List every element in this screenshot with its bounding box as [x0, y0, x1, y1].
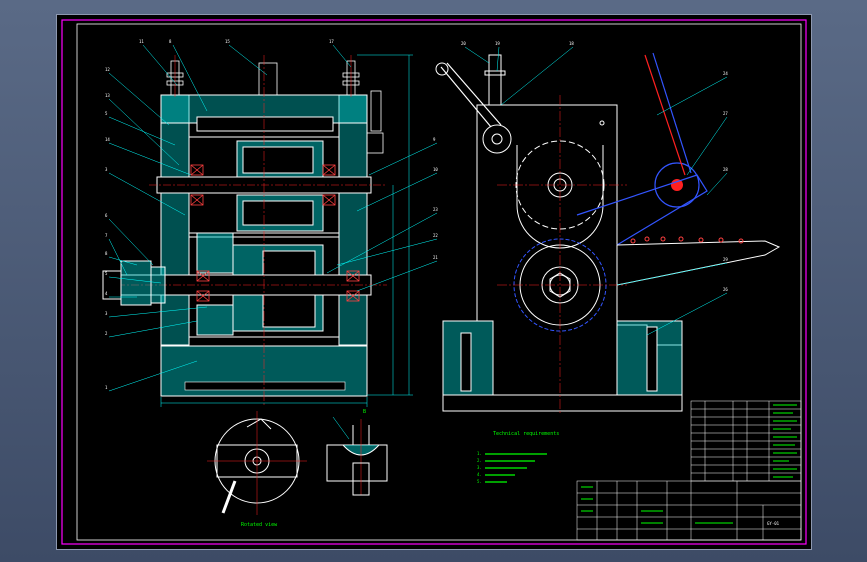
detail-b-view: B: [326, 409, 388, 496]
part-balloon: 14: [105, 137, 110, 142]
balloon-leader: [464, 46, 490, 64]
part-balloon: 20: [461, 41, 466, 46]
part-balloon: 12: [105, 67, 110, 72]
detail-b-caption: B: [363, 409, 366, 415]
part-balloon: 8: [105, 251, 108, 256]
part-balloon: 13: [105, 93, 110, 98]
balloon-leader: [656, 76, 728, 116]
balloon-leader: [706, 172, 728, 196]
drawing-number: GY-01: [767, 521, 780, 526]
part-balloon: 3: [105, 311, 108, 316]
assembly-drawing: Rotated view B Technical requirements 1.…: [61, 19, 807, 545]
balloon-leader: [646, 292, 728, 336]
part-balloon: 10: [433, 167, 438, 172]
tech-req-line: 4.: [477, 472, 482, 477]
balloon-leader: [228, 44, 268, 76]
part-balloon: 5: [105, 111, 108, 116]
part-balloon: 23: [433, 207, 438, 212]
tech-req-line: 5.: [477, 479, 482, 484]
detail-a-caption: Rotated view: [241, 522, 278, 528]
part-balloon: 6: [105, 213, 108, 218]
balloon-leader: [368, 142, 438, 176]
part-balloon: 27: [723, 111, 728, 116]
technical-requirements: Technical requirements 1. 2. 3. 4. 5.: [477, 431, 559, 484]
part-balloon: 1: [105, 385, 108, 390]
part-balloon: 15: [225, 39, 230, 44]
balloon-leader: [500, 46, 574, 106]
balloon-leader: [142, 44, 178, 86]
part-balloon: 2: [105, 331, 108, 336]
side-view: [435, 52, 781, 415]
cad-viewport[interactable]: Rotated view B Technical requirements 1.…: [56, 14, 812, 550]
part-balloon: 21: [433, 255, 438, 260]
title-block: [576, 480, 802, 541]
part-balloon: 26: [723, 287, 728, 292]
balloon-leader: [332, 44, 352, 68]
part-balloon: 18: [569, 41, 574, 46]
tech-req-line: 3.: [477, 465, 482, 470]
balloon-leader: [108, 218, 154, 266]
part-balloon: 9: [433, 137, 436, 142]
parts-list-text: [581, 404, 797, 524]
part-balloon: 17: [329, 39, 334, 44]
part-balloon: 19: [495, 41, 500, 46]
part-balloon: 8: [169, 39, 172, 44]
balloon-leader: [496, 46, 500, 72]
tech-req-line: 1.: [477, 451, 482, 456]
tech-req-title: Technical requirements: [493, 431, 559, 437]
part-balloon: 3: [105, 167, 108, 172]
part-balloon: 24: [723, 71, 728, 76]
part-balloon: 11: [139, 39, 144, 44]
tech-req-line: 2.: [477, 458, 482, 463]
detail-rotated-view: Rotated view: [207, 411, 307, 528]
part-balloon: 7: [105, 233, 108, 238]
part-balloon: 29: [723, 257, 728, 262]
part-balloon: 22: [433, 233, 438, 238]
balloon-leader: [616, 262, 728, 286]
balloon-leader: [108, 72, 170, 126]
balloon-leader: [108, 238, 128, 276]
part-balloon: 28: [723, 167, 728, 172]
balloon-leader: [686, 116, 728, 176]
